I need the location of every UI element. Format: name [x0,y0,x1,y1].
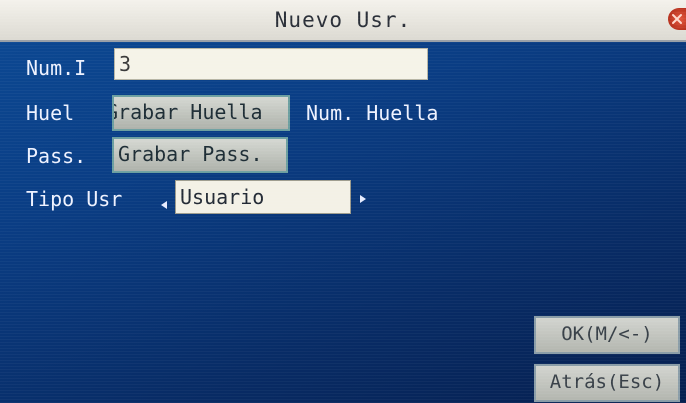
fingerprint-count-label: Num. Huella [306,101,439,125]
title-bar: Nuevo Usr. [0,0,686,42]
close-icon[interactable] [668,8,686,30]
window-title: Nuevo Usr. [274,8,412,32]
fingerprint-label: Huel [26,101,75,125]
device-screen: Nuevo Usr. Num.I 3 Huel Grabar Huella Nu… [0,0,686,403]
id-input[interactable]: 3 [114,48,428,80]
record-password-button[interactable]: Grabar Pass. [112,137,288,173]
user-type-label: Tipo Usr [26,187,123,211]
password-label: Pass. [26,144,87,168]
record-fingerprint-button[interactable]: Grabar Huella [112,95,290,131]
user-type-select[interactable]: Usuario [175,180,351,214]
back-button[interactable]: Atrás(Esc) [534,364,680,402]
arrow-right-icon[interactable] [358,189,368,203]
id-label: Num.I [26,56,87,80]
arrow-left-icon[interactable] [159,195,169,209]
ok-button[interactable]: OK(M/<-) [534,316,680,354]
